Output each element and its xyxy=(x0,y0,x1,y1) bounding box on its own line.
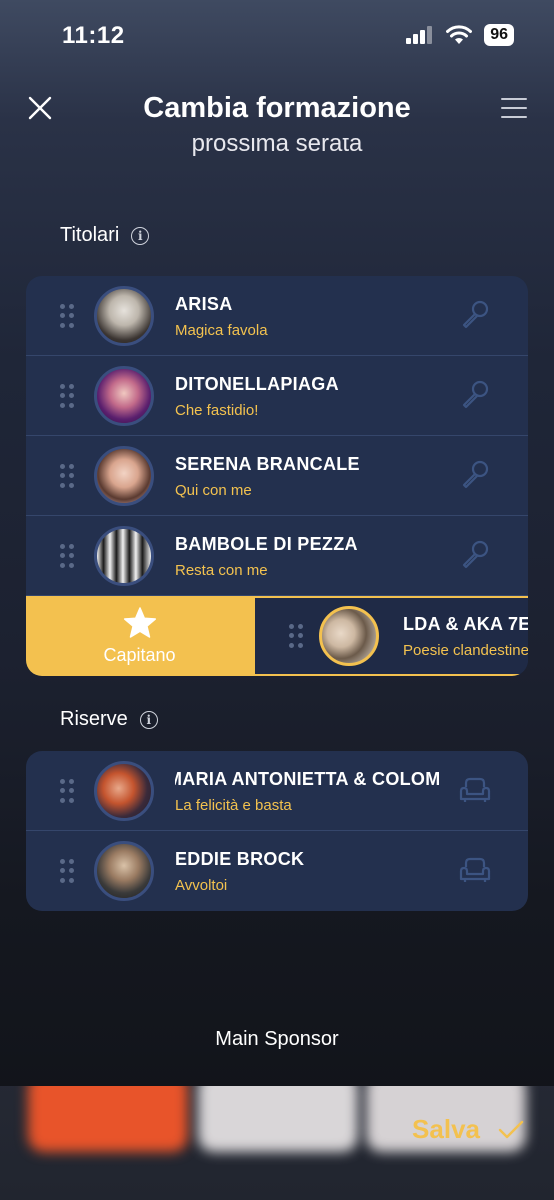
status-time: 11:12 xyxy=(62,22,125,49)
song-name: La felicità e basta xyxy=(175,797,292,814)
header: Cambia formazione xyxy=(0,76,554,146)
riserve-heading: Riserve i xyxy=(60,708,158,731)
artist-name: BAMBOLE DI PEZZA xyxy=(175,534,358,554)
song-name: Avvoltoi xyxy=(175,877,228,894)
avatar xyxy=(94,526,154,586)
save-label: Salva xyxy=(412,1114,480,1144)
list-item[interactable]: MARIA ANTONIETTA & COLOMBRE La felicità … xyxy=(26,751,528,831)
titolari-heading: Titolari i xyxy=(60,224,150,247)
artist-name: DITONELLAPIAGA xyxy=(175,374,339,394)
microphone-icon[interactable] xyxy=(458,378,492,412)
avatar xyxy=(94,841,154,901)
song-name: Che fastidio! xyxy=(175,402,259,419)
riserve-list: MARIA ANTONIETTA & COLOMBRE La felicità … xyxy=(26,751,528,911)
list-item[interactable]: SERENA BRANCALE Qui con me xyxy=(26,436,528,516)
captain-row: Capitano LDA & AKA 7EVEN Poesie clandest… xyxy=(26,596,528,676)
list-item[interactable]: DITONELLAPIAGA Che fastidio! xyxy=(26,356,528,436)
microphone-icon[interactable] xyxy=(458,538,492,572)
page-subtitle-text: prossima serata xyxy=(191,138,363,157)
avatar xyxy=(94,446,154,506)
status-icons: 96 xyxy=(406,24,514,46)
armchair-icon[interactable] xyxy=(458,773,492,807)
drag-handle-icon[interactable] xyxy=(60,779,74,803)
save-button[interactable]: Salva xyxy=(412,1114,524,1145)
drag-handle-icon[interactable] xyxy=(60,859,74,883)
drag-handle-icon[interactable] xyxy=(60,464,74,488)
menu-icon[interactable] xyxy=(500,96,528,120)
battery-indicator: 96 xyxy=(484,24,514,46)
microphone-icon[interactable] xyxy=(458,458,492,492)
riserve-label: Riserve xyxy=(60,708,128,730)
list-item[interactable]: LDA & AKA 7EVEN Poesie clandestine xyxy=(253,596,528,676)
artist-name-clip: MARIA ANTONIETTA & COLOMBRE xyxy=(175,769,439,790)
song-name: Magica favola xyxy=(175,322,268,339)
titolari-label: Titolari xyxy=(60,224,120,246)
microphone-icon[interactable] xyxy=(458,298,492,332)
drag-handle-icon[interactable] xyxy=(60,544,74,568)
artist-name: LDA & AKA 7EVEN xyxy=(403,614,528,634)
avatar xyxy=(94,761,154,821)
signal-icon xyxy=(406,26,433,44)
sponsor-title: Main Sponsor xyxy=(215,1028,339,1050)
drag-handle-icon[interactable] xyxy=(289,624,303,648)
artist-name: EDDIE BROCK xyxy=(175,849,305,869)
list-item[interactable]: EDDIE BROCK Avvoltoi xyxy=(26,831,528,911)
list-item[interactable]: BAMBOLE DI PEZZA Resta con me xyxy=(26,516,528,596)
captain-button[interactable]: Capitano xyxy=(26,596,253,676)
song-name: Qui con me xyxy=(175,482,252,499)
artist-name: SERENA BRANCALE xyxy=(175,454,360,474)
star-icon xyxy=(123,606,156,638)
armchair-icon[interactable] xyxy=(458,853,492,887)
sponsor-tile[interactable] xyxy=(198,1086,358,1152)
wifi-icon xyxy=(446,25,473,44)
avatar xyxy=(94,286,154,346)
artist-name: MARIA ANTONIETTA & COLOMBRE xyxy=(175,769,439,789)
avatar xyxy=(319,606,379,666)
list-item[interactable]: ARISA Magica favola xyxy=(26,276,528,356)
captain-label: Capitano xyxy=(103,644,176,665)
status-bar: 11:12 96 xyxy=(0,0,554,70)
avatar xyxy=(94,366,154,426)
info-icon[interactable]: i xyxy=(139,710,158,729)
sponsor-tile[interactable] xyxy=(28,1086,188,1152)
page-subtitle: prossima serata xyxy=(0,138,554,164)
titolari-list: ARISA Magica favola DITONELLAPIAGA Che f… xyxy=(26,276,528,676)
page-title: Cambia formazione xyxy=(143,92,411,124)
song-name: Poesie clandestine xyxy=(403,642,528,659)
song-name: Resta con me xyxy=(175,562,268,579)
checkmark-icon xyxy=(498,1120,524,1138)
drag-handle-icon[interactable] xyxy=(60,384,74,408)
artist-name: ARISA xyxy=(175,294,233,314)
info-icon[interactable]: i xyxy=(131,226,150,245)
drag-handle-icon[interactable] xyxy=(60,304,74,328)
